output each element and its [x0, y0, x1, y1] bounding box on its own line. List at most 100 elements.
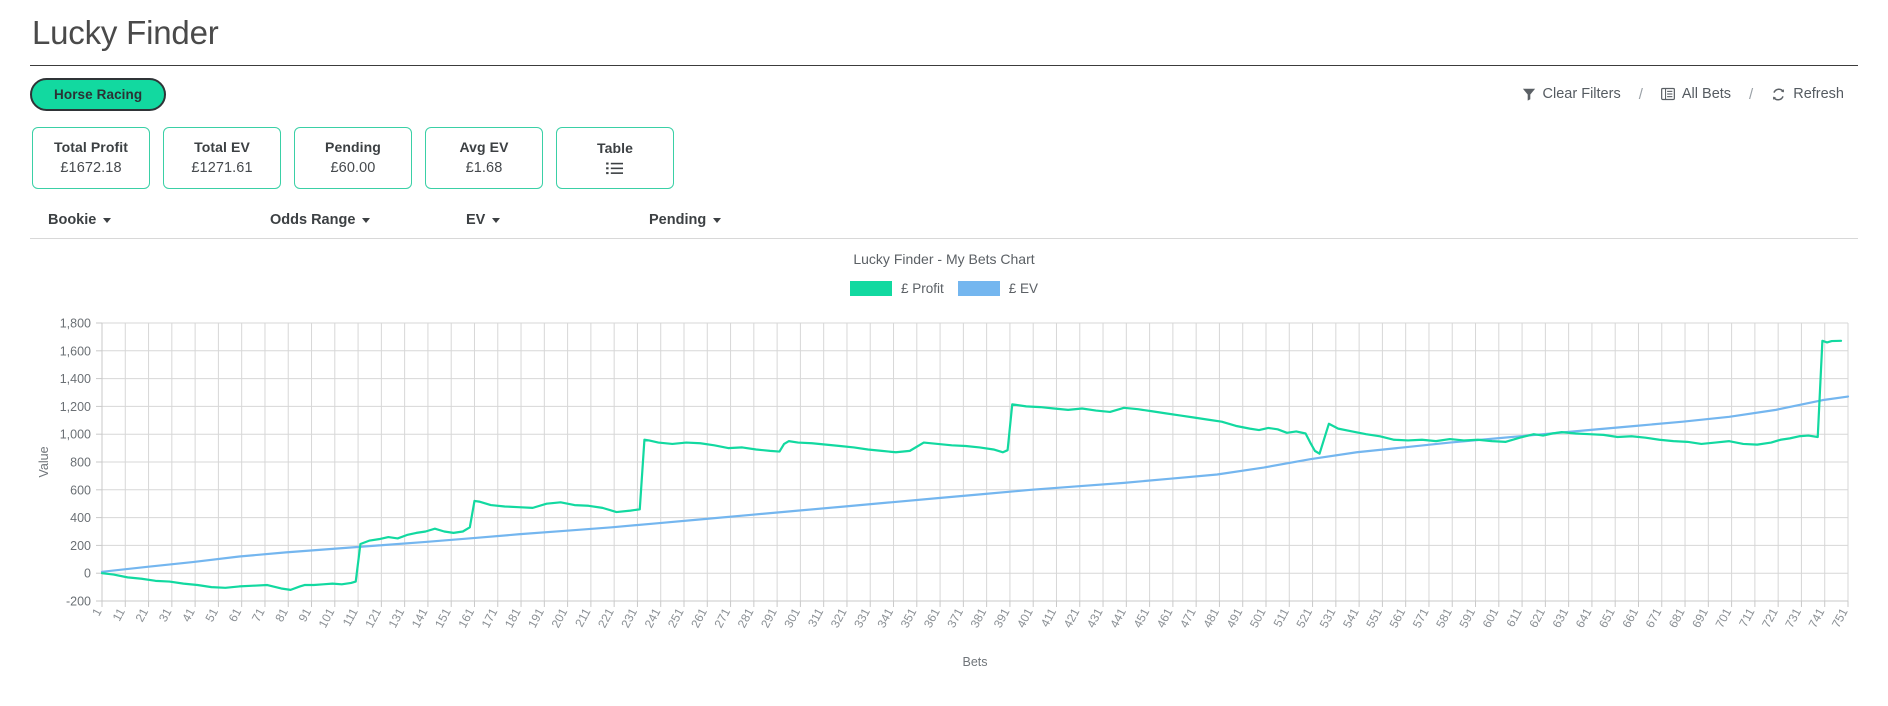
y-axis-tick: 1,800 — [60, 317, 91, 331]
legend-swatch-profit — [849, 280, 892, 296]
x-axis-tick: 41 — [179, 605, 198, 624]
legend-label-ev: £ EV — [1008, 280, 1039, 296]
x-axis-tick: 631 — [1550, 605, 1572, 630]
filter-bookie-label: Bookie — [48, 211, 97, 228]
x-axis-tick: 751 — [1829, 605, 1851, 630]
filter-ev-label: EV — [466, 211, 486, 228]
x-axis-tick: 211 — [572, 605, 593, 629]
x-axis-tick: 291 — [758, 605, 780, 630]
stat-card-table[interactable]: Table — [556, 126, 674, 189]
stat-card-label: Table — [596, 139, 634, 156]
stat-card-total-profit[interactable]: Total Profit £1672.18 — [32, 126, 150, 189]
x-axis-tick: 401 — [1014, 605, 1036, 630]
x-axis-tick: 581 — [1433, 605, 1455, 630]
x-axis-tick: 461 — [1154, 605, 1176, 630]
x-axis-tick: 81 — [272, 605, 291, 624]
stat-card-total-ev[interactable]: Total EV £1271.61 — [163, 126, 281, 189]
filter-odds-range[interactable]: Odds Range — [270, 212, 466, 228]
filter-bookie[interactable]: Bookie — [32, 212, 270, 228]
chart-svg: 1,800 1,600 1,400 1,200 1,000 800 600 400 200 0 -2… — [37, 317, 1851, 669]
x-axis-tick: 381 — [968, 605, 990, 630]
stat-cards: Total Profit £1672.18 Total EV £1271.61 … — [30, 110, 1858, 189]
x-axis-tick: 341 — [874, 605, 896, 630]
stat-card-value: £1.68 — [465, 160, 503, 177]
x-axis-tick: 101 — [316, 605, 338, 630]
x-axis-tick: 61 — [226, 605, 245, 624]
x-axis-tick: 91 — [296, 605, 315, 624]
x-axis-tick: 701 — [1712, 605, 1734, 630]
all-bets-button[interactable]: All Bets — [1657, 84, 1735, 104]
x-axis-tick: 171 — [479, 605, 501, 630]
x-axis-tick: 21 — [133, 605, 152, 624]
stat-card-pending[interactable]: Pending £60.00 — [294, 126, 412, 189]
filter-ev[interactable]: EV — [466, 212, 649, 228]
x-axis-tick: 301 — [781, 605, 803, 630]
stat-card-avg-ev[interactable]: Avg EV £1.68 — [425, 126, 543, 189]
refresh-icon — [1771, 87, 1786, 102]
list-icon — [605, 161, 625, 176]
filter-pending[interactable]: Pending — [649, 212, 849, 228]
x-axis-tick: 251 — [665, 605, 687, 630]
x-axis-tick: 231 — [618, 605, 640, 630]
x-axis-tick: 491 — [1224, 605, 1246, 630]
y-axis-tick: 400 — [70, 511, 91, 525]
y-axis-tick: -200 — [66, 594, 91, 608]
filter-bar: Bookie Odds Range EV Pending — [30, 189, 1858, 239]
x-axis-tick: 281 — [735, 605, 757, 630]
legend-entry-profit[interactable]: £ Profit — [849, 280, 944, 296]
stat-card-label: Total EV — [194, 139, 250, 156]
x-axis-tick: 121 — [362, 605, 384, 630]
x-axis-tick: 541 — [1340, 605, 1362, 630]
x-axis-tick: 191 — [525, 605, 547, 630]
x-axis-tick: 201 — [548, 605, 570, 630]
x-axis-tick: 551 — [1363, 605, 1385, 630]
y-axis-tick: 200 — [70, 539, 91, 553]
x-axis-tick: 361 — [921, 605, 943, 630]
x-axis-tick: 351 — [898, 605, 920, 630]
x-axis-tick: 721 — [1759, 605, 1781, 630]
x-axis-tick: 431 — [1084, 605, 1106, 630]
clear-filters-button[interactable]: Clear Filters — [1518, 84, 1625, 104]
y-axis-tick: 600 — [70, 483, 91, 497]
y-axis-tick: 1,400 — [60, 372, 91, 386]
filter-odds-range-label: Odds Range — [270, 211, 356, 228]
x-axis-tick: 241 — [642, 605, 664, 630]
legend-entry-ev[interactable]: £ EV — [957, 280, 1039, 296]
x-axis-tick: 741 — [1806, 605, 1828, 630]
x-axis-tick: 271 — [711, 605, 733, 630]
y-axis-tick: 0 — [84, 567, 91, 581]
x-axis-title: Bets — [962, 655, 987, 669]
x-axis-tick: 31 — [156, 605, 175, 624]
chevron-down-icon — [492, 218, 501, 224]
app-root: Lucky Finder Horse Racing Clear Filters … — [0, 0, 1888, 706]
list-view-icon — [1660, 87, 1675, 101]
y-axis-tick: 800 — [70, 455, 91, 469]
sport-filter-horse-racing[interactable]: Horse Racing — [30, 77, 167, 111]
action-separator-1: / — [1638, 85, 1643, 103]
x-axis-tick: 131 — [386, 605, 408, 630]
x-axis-tick: 221 — [595, 605, 617, 630]
x-axis-tick: 51 — [202, 605, 221, 624]
x-axis-tick: 331 — [851, 605, 873, 630]
x-axis-tick: 391 — [991, 605, 1013, 630]
action-separator-2: / — [1749, 85, 1754, 103]
y-axis-tick: 1,000 — [60, 428, 91, 442]
chart-plot-area: 1,800 1,600 1,400 1,200 1,000 800 600 400 200 0 -2… — [30, 317, 1858, 669]
x-axis-tick: 261 — [688, 605, 710, 630]
legend-label-profit: £ Profit — [900, 280, 944, 296]
sport-filter-label: Horse Racing — [54, 86, 143, 102]
chevron-down-icon — [103, 218, 112, 224]
stat-card-label: Pending — [325, 139, 381, 156]
x-axis-tick: 511 — [1271, 605, 1292, 629]
stat-card-value: £1672.18 — [60, 160, 122, 177]
y-axis-tick: 1,200 — [60, 400, 91, 414]
x-axis-tick: 621 — [1526, 605, 1548, 630]
stat-card-label: Total Profit — [53, 139, 129, 156]
bets-chart: Lucky Finder - My Bets Chart £ Profit £ … — [30, 245, 1858, 675]
x-axis-tick: 561 — [1387, 605, 1409, 630]
x-axis-tick: 161 — [455, 605, 477, 630]
chart-legend: £ Profit £ EV — [30, 267, 1858, 296]
refresh-button[interactable]: Refresh — [1767, 84, 1848, 104]
x-axis-tick: 671 — [1643, 605, 1665, 630]
legend-swatch-ev — [957, 280, 1000, 296]
